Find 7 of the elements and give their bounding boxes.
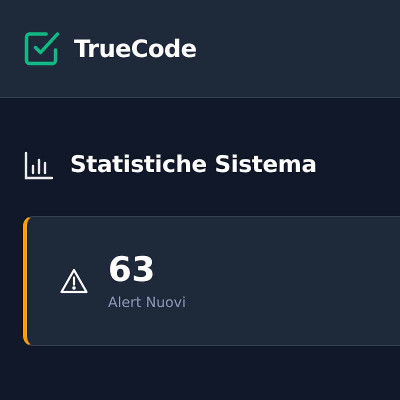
stat-label: Alert Nuovi xyxy=(108,295,186,311)
stat-value: 63 xyxy=(108,251,156,289)
brand-name: TrueCode xyxy=(74,34,196,62)
section-title: Statistiche Sistema xyxy=(70,152,317,178)
bar-chart-icon xyxy=(24,150,54,180)
warning-icon xyxy=(60,268,88,294)
checkbox-icon xyxy=(24,30,60,66)
